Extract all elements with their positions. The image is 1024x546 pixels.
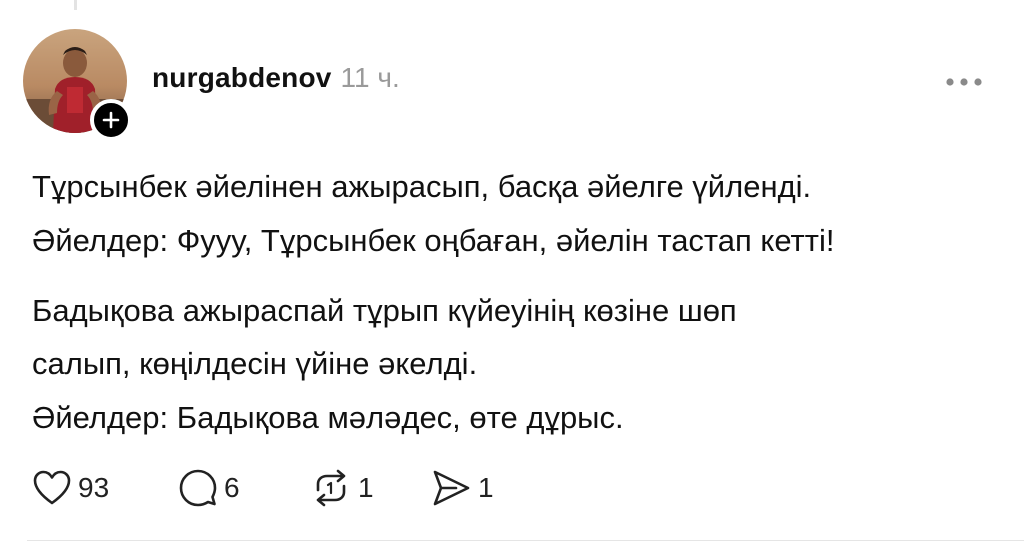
follow-button[interactable]	[90, 99, 132, 141]
more-options-button[interactable]	[940, 72, 988, 92]
repost-icon	[316, 469, 346, 507]
like-button[interactable]: 93	[32, 464, 109, 512]
share-button[interactable]: 1	[430, 464, 494, 512]
share-count: 1	[478, 472, 494, 503]
avatar-container[interactable]	[23, 29, 132, 141]
post-text-line: Әйелдер: Фууу, Тұрсынбек оңбаған, әйелін…	[32, 223, 835, 258]
plus-icon	[102, 111, 120, 129]
heart-icon	[33, 470, 71, 505]
post-text-line: Бадықова ажыраспай тұрып күйеуінің көзін…	[32, 293, 737, 328]
post-text-line: Тұрсынбек әйелінен ажырасып, басқа әйелг…	[32, 169, 812, 204]
comment-count: 6	[224, 472, 240, 503]
post-text-line: Әйелдер: Бадықова мәләдес, өте дұрыс.	[32, 400, 624, 435]
thread-connector-line	[74, 0, 77, 10]
username-link[interactable]: nurgabdenov	[152, 62, 332, 94]
post-actions-bar: 93 6 1 1	[32, 464, 532, 512]
repost-count: 1	[358, 472, 374, 503]
post-divider	[27, 540, 1024, 541]
repost-button[interactable]: 1	[310, 464, 374, 512]
send-icon	[433, 470, 470, 506]
comment-button[interactable]: 6	[178, 464, 240, 512]
more-icon	[946, 78, 982, 86]
comment-icon	[179, 469, 217, 507]
post-timestamp: 11 ч.	[340, 62, 400, 93]
post-text-line: салып, көңілдесін үйіне әкелді.	[32, 346, 478, 381]
like-count: 93	[78, 472, 110, 503]
post-header: nurgabdenov 11 ч.	[152, 62, 400, 94]
